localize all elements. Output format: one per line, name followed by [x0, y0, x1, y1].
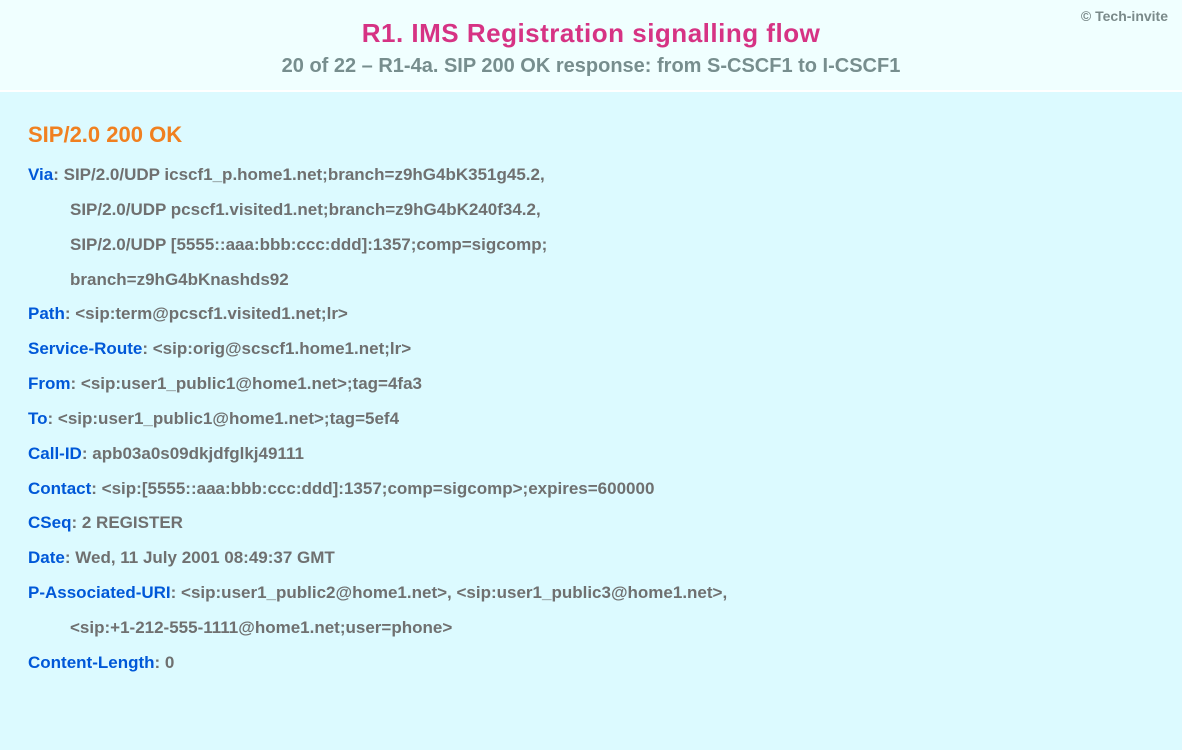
header-via-cont: SIP/2.0/UDP [5555::aaa:bbb:ccc:ddd]:1357… — [70, 228, 1154, 263]
header-path: Path: <sip:term@pcscf1.visited1.net;lr> — [28, 297, 1154, 332]
sip-status-line: SIP/2.0 200 OK — [28, 122, 1154, 148]
header-name: Path — [28, 304, 65, 323]
header-to: To: <sip:user1_public1@home1.net>;tag=5e… — [28, 402, 1154, 437]
header-via: Via: SIP/2.0/UDP icscf1_p.home1.net;bran… — [28, 158, 1154, 193]
header-value: Wed, 11 July 2001 08:49:37 GMT — [75, 548, 335, 567]
header-name: CSeq — [28, 513, 71, 532]
header-name: P-Associated-URI — [28, 583, 171, 602]
header-band: © Tech-invite R1. IMS Registration signa… — [0, 0, 1182, 92]
header-from: From: <sip:user1_public1@home1.net>;tag=… — [28, 367, 1154, 402]
sip-message-panel: SIP/2.0 200 OK Via: SIP/2.0/UDP icscf1_p… — [0, 92, 1182, 750]
header-name: Via — [28, 165, 53, 184]
header-value: <sip:user1_public1@home1.net>;tag=5ef4 — [58, 409, 399, 428]
header-service-route: Service-Route: <sip:orig@scscf1.home1.ne… — [28, 332, 1154, 367]
header-value: <sip:[5555::aaa:bbb:ccc:ddd]:1357;comp=s… — [102, 479, 655, 498]
header-name: From — [28, 374, 71, 393]
header-p-associated-uri-cont: <sip:+1-212-555-1111@home1.net;user=phon… — [70, 611, 1154, 646]
header-value: <sip:user1_public2@home1.net>, <sip:user… — [181, 583, 727, 602]
header-name: To — [28, 409, 48, 428]
page-subtitle: 20 of 22 – R1-4a. SIP 200 OK response: f… — [20, 55, 1162, 78]
header-name: Content-Length — [28, 653, 155, 672]
header-cseq: CSeq: 2 REGISTER — [28, 506, 1154, 541]
header-name: Service-Route — [28, 339, 142, 358]
header-p-associated-uri: P-Associated-URI: <sip:user1_public2@hom… — [28, 576, 1154, 611]
header-value: 0 — [165, 653, 174, 672]
header-value: apb03a0s09dkjdfglkj49111 — [92, 444, 304, 463]
header-call-id: Call-ID: apb03a0s09dkjdfglkj49111 — [28, 437, 1154, 472]
header-content-length: Content-Length: 0 — [28, 646, 1154, 681]
header-value: <sip:orig@scscf1.home1.net;lr> — [153, 339, 411, 358]
header-via-cont: branch=z9hG4bKnashds92 — [70, 263, 1154, 298]
page-title: R1. IMS Registration signalling flow — [20, 18, 1162, 49]
header-value: SIP/2.0/UDP icscf1_p.home1.net;branch=z9… — [64, 165, 545, 184]
copyright-text: © Tech-invite — [1081, 8, 1168, 24]
header-via-cont: SIP/2.0/UDP pcscf1.visited1.net;branch=z… — [70, 193, 1154, 228]
header-name: Contact — [28, 479, 91, 498]
header-value: <sip:user1_public1@home1.net>;tag=4fa3 — [81, 374, 422, 393]
header-name: Date — [28, 548, 65, 567]
header-value: <sip:term@pcscf1.visited1.net;lr> — [75, 304, 348, 323]
header-value: 2 REGISTER — [82, 513, 183, 532]
header-name: Call-ID — [28, 444, 82, 463]
header-contact: Contact: <sip:[5555::aaa:bbb:ccc:ddd]:13… — [28, 472, 1154, 507]
header-date: Date: Wed, 11 July 2001 08:49:37 GMT — [28, 541, 1154, 576]
